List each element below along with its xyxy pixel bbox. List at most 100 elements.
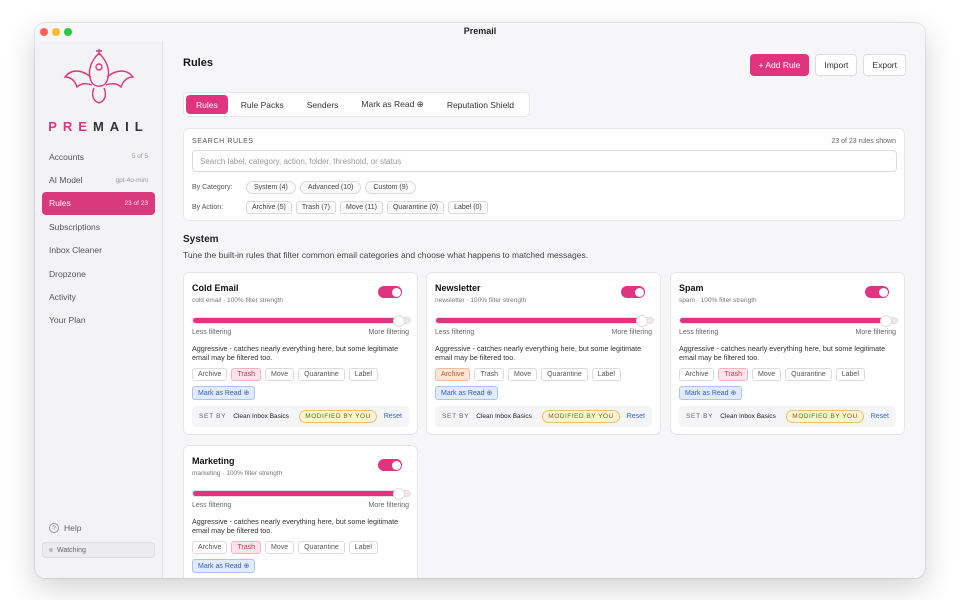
- slider-knob[interactable]: [880, 315, 893, 327]
- action-move[interactable]: Move: [264, 368, 295, 381]
- rule-subtitle: newsletter · 100% filter strength: [435, 297, 527, 304]
- category-chip-system[interactable]: System (4): [246, 181, 296, 194]
- slider-knob[interactable]: [393, 488, 406, 500]
- action-label[interactable]: Label: [835, 368, 865, 381]
- reset-link[interactable]: Reset: [871, 413, 889, 420]
- action-options: Archive Trash Move Quarantine Label: [192, 541, 378, 554]
- help-link[interactable]: ? Help: [49, 523, 81, 533]
- sidebar-item-label: Activity: [49, 292, 76, 303]
- sidebar-item-ai-model[interactable]: AI Model gpt-4o-mini: [42, 168, 155, 191]
- slider-fill: [193, 491, 400, 496]
- main-content: Rules + Add Rule Import Export Rules Rul…: [164, 41, 925, 578]
- tab-mark-as-read[interactable]: Mark as Read ⊕: [351, 95, 433, 114]
- sidebar-item-inbox-cleaner[interactable]: Inbox Cleaner: [42, 239, 155, 262]
- rule-enabled-toggle[interactable]: [865, 286, 889, 298]
- action-archive[interactable]: Archive: [435, 368, 471, 381]
- sidebar-item-label: Inbox Cleaner: [49, 245, 102, 256]
- tab-rules[interactable]: Rules: [186, 95, 228, 114]
- mark-as-read-option[interactable]: Mark as Read ⊕: [192, 559, 256, 573]
- slider-knob[interactable]: [636, 315, 649, 327]
- import-button[interactable]: Import: [815, 54, 858, 76]
- sidebar-item-activity[interactable]: Activity: [42, 285, 155, 308]
- modified-badge: MODIFIED BY YOU: [299, 410, 377, 423]
- action-trash[interactable]: Trash: [718, 368, 748, 381]
- sidebar-item-your-plan[interactable]: Your Plan: [42, 309, 155, 332]
- filter-strength-slider[interactable]: [679, 315, 898, 327]
- filter-strength-slider[interactable]: [435, 315, 654, 327]
- mark-as-read-option[interactable]: Mark as Read ⊕: [192, 386, 256, 400]
- section-title: System: [183, 234, 219, 245]
- app-window: Premail PREMAIL Accounts 5 of 5 AI Model g…: [35, 23, 925, 578]
- reset-link[interactable]: Reset: [627, 413, 645, 420]
- rule-subtitle: marketing · 100% filter strength: [192, 470, 283, 477]
- tab-rule-packs[interactable]: Rule Packs: [231, 95, 294, 114]
- modified-badge: MODIFIED BY YOU: [542, 410, 620, 423]
- action-move[interactable]: Move: [751, 368, 782, 381]
- action-archive[interactable]: Archive: [192, 541, 228, 554]
- set-by-row: SET BY Clean Inbox Basics MODIFIED BY YO…: [435, 406, 652, 427]
- more-filtering-label: More filtering: [368, 502, 409, 509]
- slider-fill: [436, 318, 643, 323]
- tab-reputation-shield[interactable]: Reputation Shield: [437, 95, 524, 114]
- action-quarantine[interactable]: Quarantine: [298, 368, 345, 381]
- rule-enabled-toggle[interactable]: [378, 286, 402, 298]
- filter-strength-slider[interactable]: [192, 315, 411, 327]
- brand-wordmark: PREMAIL: [35, 119, 162, 134]
- action-chip-archive[interactable]: Archive (5): [246, 201, 292, 214]
- header-actions: + Add Rule Import Export: [749, 54, 906, 76]
- add-rule-button[interactable]: + Add Rule: [749, 54, 810, 76]
- action-chip-quarantine[interactable]: Quarantine (0): [386, 201, 445, 214]
- sidebar-item-subscriptions[interactable]: Subscriptions: [42, 215, 155, 238]
- sidebar-item-dropzone[interactable]: Dropzone: [42, 262, 155, 285]
- set-by-value: Clean Inbox Basics: [720, 413, 776, 420]
- by-category-label: By Category:: [192, 184, 233, 191]
- action-label[interactable]: Label: [348, 541, 378, 554]
- category-chip-advanced[interactable]: Advanced (10): [299, 181, 362, 194]
- reset-link[interactable]: Reset: [384, 413, 402, 420]
- watching-label: Watching: [57, 546, 86, 554]
- less-filtering-label: Less filtering: [192, 502, 232, 509]
- action-quarantine[interactable]: Quarantine: [298, 541, 345, 554]
- action-chip-trash[interactable]: Trash (7): [295, 201, 336, 214]
- sidebar-item-label: Subscriptions: [49, 221, 101, 232]
- action-options: Archive Trash Move Quarantine Label: [435, 368, 621, 381]
- sidebar-item-accounts[interactable]: Accounts 5 of 5: [42, 145, 155, 168]
- more-filtering-label: More filtering: [368, 329, 409, 336]
- mark-as-read-option[interactable]: Mark as Read ⊕: [679, 386, 743, 400]
- rule-enabled-toggle[interactable]: [378, 459, 402, 471]
- action-archive[interactable]: Archive: [192, 368, 228, 381]
- sidebar-item-label: Accounts: [49, 151, 84, 162]
- action-label[interactable]: Label: [348, 368, 378, 381]
- action-move[interactable]: Move: [507, 368, 538, 381]
- rule-name: Newsletter: [435, 283, 481, 293]
- action-quarantine[interactable]: Quarantine: [541, 368, 588, 381]
- action-trash[interactable]: Trash: [474, 368, 504, 381]
- action-chip-move[interactable]: Move (11): [339, 201, 383, 214]
- slider-knob[interactable]: [393, 315, 406, 327]
- action-move[interactable]: Move: [264, 541, 295, 554]
- question-icon: ?: [49, 523, 59, 533]
- rule-card-marketing: Marketing marketing · 100% filter streng…: [183, 445, 418, 578]
- mark-as-read-option[interactable]: Mark as Read ⊕: [435, 386, 499, 400]
- tab-senders[interactable]: Senders: [297, 95, 349, 114]
- export-button[interactable]: Export: [863, 54, 906, 76]
- watching-status[interactable]: Watching: [42, 542, 155, 558]
- by-action-label: By Action:: [192, 204, 224, 211]
- rule-description: Aggressive - catches nearly everything h…: [192, 517, 399, 535]
- action-trash[interactable]: Trash: [231, 541, 261, 554]
- action-archive[interactable]: Archive: [679, 368, 715, 381]
- title-bar: Premail: [35, 23, 925, 41]
- section-description: Tune the built-in rules that filter comm…: [183, 250, 589, 260]
- action-chip-label[interactable]: Label (0): [448, 201, 488, 214]
- rule-card-newsletter: Newsletter newsletter · 100% filter stre…: [426, 272, 661, 435]
- filter-strength-slider[interactable]: [192, 488, 411, 500]
- sidebar-item-rules[interactable]: Rules 23 of 23: [42, 191, 155, 216]
- search-input[interactable]: [192, 150, 897, 172]
- category-chip-custom[interactable]: Custom (9): [365, 181, 416, 194]
- action-trash[interactable]: Trash: [231, 368, 261, 381]
- action-quarantine[interactable]: Quarantine: [785, 368, 832, 381]
- more-filtering-label: More filtering: [611, 329, 652, 336]
- rule-enabled-toggle[interactable]: [621, 286, 645, 298]
- action-filter-row: By Action: Archive (5) Trash (7) Move (1…: [192, 201, 488, 214]
- action-label[interactable]: Label: [591, 368, 621, 381]
